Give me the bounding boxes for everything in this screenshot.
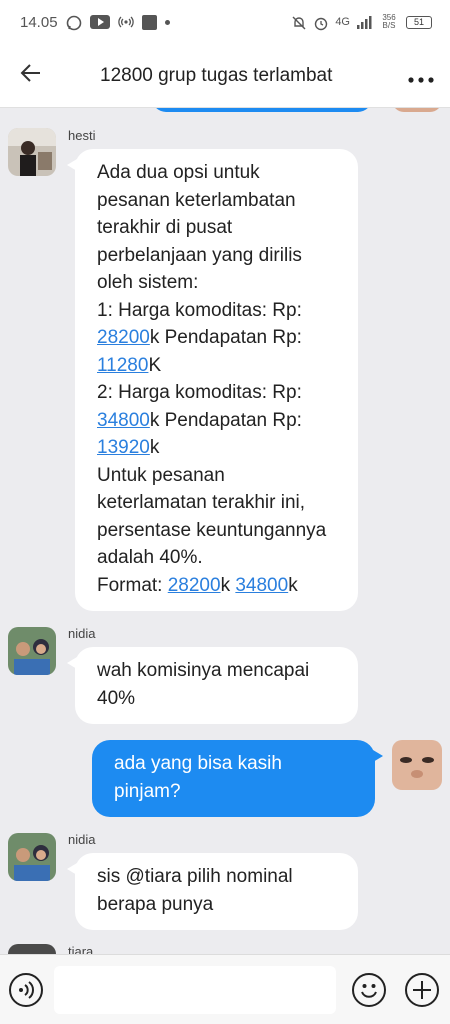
voice-wave-icon: [19, 981, 34, 999]
chat-screen: 14.05 4G 356 B/S 51 12800 grup tugas ter…: [0, 0, 450, 1024]
input-bar: [0, 954, 450, 1024]
status-bar: 14.05 4G 356 B/S 51: [0, 0, 450, 44]
message-text: perbelanjaan yang dirilis: [97, 244, 302, 266]
plus-icon: [413, 981, 431, 999]
status-time: 14.05: [20, 13, 58, 31]
status-right: 4G 356 B/S 51: [291, 13, 432, 31]
message-line: 2: Harga komoditas: Rp:: [97, 379, 340, 407]
number-link[interactable]: 11280: [97, 355, 148, 376]
number-link[interactable]: 34800: [97, 410, 150, 431]
message-line: adalah 40%.: [97, 544, 340, 572]
number-link[interactable]: 34800: [235, 575, 288, 596]
mute-icon: [291, 15, 307, 30]
message-bubble-outgoing[interactable]: ada yang bisa kasih pinjam?: [92, 740, 383, 817]
message-line: 11280K: [97, 352, 340, 380]
message-text: k: [149, 437, 160, 458]
message-text: pinjam?: [114, 780, 181, 802]
message-list[interactable]: hesti Ada dua opsi untuk pesanan keterlam…: [0, 108, 450, 954]
message-text: 40%: [97, 687, 136, 709]
message-line: 1: Harga komoditas: Rp:: [97, 297, 340, 325]
message-line: 40%: [97, 685, 340, 713]
message-bubble-nidia[interactable]: wah komisinya mencapai 40%: [67, 647, 358, 724]
sender-name: nidia: [68, 626, 96, 641]
arrow-left-icon: [19, 61, 43, 90]
chat-title: 12800 grup tugas terlambat: [100, 64, 333, 86]
message-text: oleh sistem:: [97, 272, 199, 293]
sender-name: tiara: [68, 944, 94, 954]
message-text: 2: Harga komoditas: Rp:: [97, 382, 302, 403]
message-text: keterlamatan terakhir ini,: [97, 492, 306, 513]
message-text: Format:: [97, 574, 168, 596]
message-line: persentase keuntungannya: [97, 517, 340, 545]
previous-outgoing-bubble: [152, 108, 372, 112]
message-line: berapa punya: [97, 891, 340, 919]
message-text: k: [288, 574, 298, 596]
number-link[interactable]: 13920: [97, 437, 150, 458]
message-text: ada yang bisa kasih: [114, 753, 282, 774]
message-line: sis @tiara pilih nominal: [97, 863, 340, 891]
message-line: ada yang bisa kasih: [114, 750, 357, 778]
message-line: keterlamatan terakhir ini,: [97, 489, 340, 517]
number-link[interactable]: 28200: [168, 575, 221, 596]
message-text: berapa punya: [97, 893, 214, 915]
message-line: Untuk pesanan: [97, 462, 340, 490]
avatar-nidia[interactable]: [8, 833, 56, 881]
more-options-button[interactable]: [392, 44, 450, 108]
message-text: K: [148, 354, 162, 376]
message-text: terakhir di pusat: [97, 217, 233, 238]
signal-icon: [356, 15, 372, 29]
message-input[interactable]: [54, 966, 336, 1014]
message-text: sis @tiara pilih nominal: [97, 866, 293, 887]
message-line: wah komisinya mencapai: [97, 657, 340, 685]
avatar-self[interactable]: [392, 740, 442, 790]
more-notifications-dot-icon: [164, 19, 170, 25]
sender-name: hesti: [68, 128, 96, 143]
youtube-icon: [89, 15, 110, 29]
message-text: k Pendapatan Rp:: [149, 327, 302, 348]
message-text: k: [220, 574, 236, 596]
emoji-button[interactable]: [352, 973, 386, 1007]
hotspot-icon: [117, 15, 134, 29]
message-line: Format: 28200k 34800k: [97, 572, 340, 600]
message-line: pinjam?: [114, 778, 357, 806]
message-line: 13920k: [97, 434, 340, 462]
message-line: perbelanjaan yang dirilis: [97, 242, 340, 270]
avatar-hesti[interactable]: [8, 128, 56, 176]
alarm-icon: [313, 15, 329, 31]
avatar-tiara[interactable]: [8, 944, 56, 954]
whatsapp-icon: [66, 15, 82, 31]
number-link[interactable]: 28200: [97, 327, 150, 348]
network-type: 4G: [335, 16, 350, 28]
battery-icon: 51: [406, 15, 432, 29]
message-bubble-hesti[interactable]: Ada dua opsi untuk pesanan keterlambatan t…: [67, 149, 358, 611]
back-button[interactable]: [0, 44, 62, 108]
voice-button[interactable]: [9, 973, 43, 1007]
add-attachment-button[interactable]: [405, 973, 439, 1007]
more-dots-icon: [408, 63, 434, 89]
smiley-icon: [361, 984, 377, 998]
message-bubble-nidia[interactable]: sis @tiara pilih nominal berapa punya: [67, 853, 358, 930]
message-line: pesanan keterlambatan: [97, 187, 340, 215]
message-text: k Pendapatan Rp:: [149, 409, 302, 431]
message-text: Ada dua opsi untuk: [97, 162, 260, 183]
network-speed: 356 B/S: [382, 13, 396, 30]
app-notification-icon: [141, 14, 157, 30]
message-line: oleh sistem:: [97, 269, 340, 297]
message-line: Ada dua opsi untuk: [97, 159, 340, 187]
message-text: wah komisinya mencapai: [97, 660, 310, 681]
message-text: adalah 40%.: [97, 547, 203, 568]
message-text: 1: Harga komoditas: Rp:: [97, 299, 302, 321]
avatar-nidia[interactable]: [8, 627, 56, 675]
message-text: Untuk pesanan: [97, 464, 225, 486]
message-line: terakhir di pusat: [97, 214, 340, 242]
message-line: 28200k Pendapatan Rp:: [97, 324, 340, 352]
sender-name: nidia: [68, 832, 96, 847]
message-text: persentase keuntungannya: [97, 519, 327, 541]
previous-avatar: [392, 108, 442, 112]
chat-header: 12800 grup tugas terlambat: [0, 44, 450, 108]
message-text: pesanan keterlambatan: [97, 189, 296, 211]
status-left: 14.05: [20, 14, 170, 31]
message-line: 34800k Pendapatan Rp:: [97, 407, 340, 435]
